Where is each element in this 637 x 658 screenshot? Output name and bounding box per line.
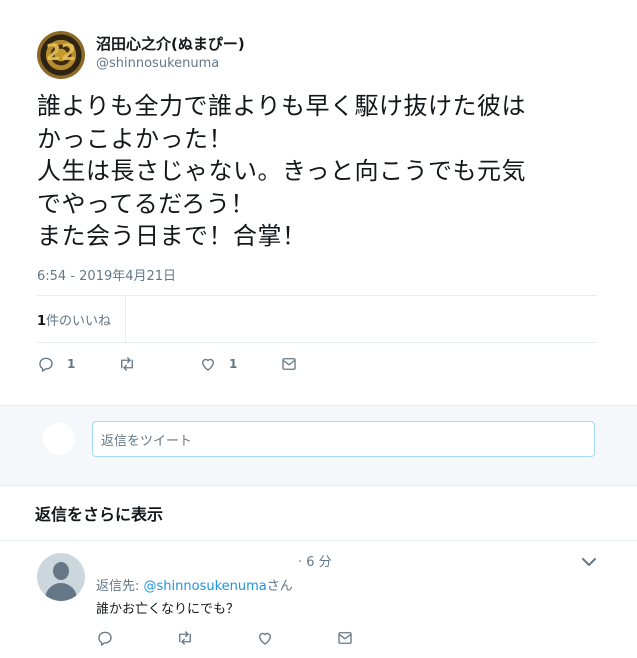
reply-to-mention[interactable]: @shinnosukenuma <box>144 579 267 594</box>
reply-compose: 返信をツイート <box>0 405 637 486</box>
reply-dm-button[interactable] <box>336 628 354 648</box>
tweet-text-line: また会う日まで！合掌！ <box>37 222 307 250</box>
heart-icon <box>259 632 271 645</box>
author-avatar[interactable]: 22 <box>37 31 85 79</box>
stat-divider <box>125 296 126 342</box>
envelope-icon <box>282 358 296 370</box>
author-screen-name[interactable]: @shinnosukenuma <box>96 56 219 71</box>
likes-stat[interactable]: 1件のいいね <box>37 310 111 329</box>
reply-icon <box>98 631 112 646</box>
avatar-glyph: 22 <box>45 41 77 66</box>
retweet-icon <box>179 631 191 645</box>
tweet-stats: 1件のいいね <box>37 295 597 343</box>
likes-count: 1 <box>37 314 47 329</box>
tweet-text-line: でやってるだろう！ <box>37 189 255 218</box>
dm-button[interactable] <box>280 354 298 374</box>
reply-input[interactable]: 返信をツイート <box>92 421 595 457</box>
reply-reply-button[interactable] <box>96 628 114 648</box>
reply-count: 1 <box>67 357 76 371</box>
reply-like-button[interactable] <box>256 628 274 648</box>
reply-to-suffix: さん <box>266 579 293 594</box>
likes-label: 件のいいね <box>46 314 112 329</box>
tweet-menu-button[interactable] <box>580 553 598 567</box>
reply-timestamp[interactable]: · 6 分 <box>298 551 332 570</box>
reply-text: 誰かお亡くなりにでも？ <box>96 602 240 617</box>
envelope-icon <box>338 632 352 644</box>
like-button[interactable]: 1 <box>199 354 237 374</box>
reply-avatar[interactable] <box>37 553 85 601</box>
like-count: 1 <box>229 357 238 371</box>
author-display-name[interactable]: 沼田心之介(ぬまぴー) <box>96 33 245 54</box>
default-avatar-body <box>45 583 77 601</box>
tweet-text-line: 誰よりも全力で誰よりも早く駆け抜けた彼は <box>37 92 527 120</box>
tweet-text: 誰よりも全力で誰よりも早く駆け抜けた彼は かっこよかった！ 人生は長さじゃない。… <box>37 90 597 253</box>
reply-button[interactable]: 1 <box>37 354 75 374</box>
reply-to-prefix: 返信先: <box>96 579 144 594</box>
default-avatar-head <box>53 562 69 580</box>
compose-avatar <box>43 423 75 455</box>
more-replies-heading: 返信をさらに表示 <box>35 505 164 524</box>
tweet-text-line: 人生は長さじゃない。きっと向こうでも元気 <box>37 157 527 185</box>
retweet-icon <box>121 357 133 371</box>
reply-retweet-button[interactable] <box>176 628 194 648</box>
tweet-timestamp[interactable]: 6:54 - 2019年4月21日 <box>37 265 176 284</box>
tweet-text-line: かっこよかった！ <box>37 124 233 153</box>
retweet-button[interactable] <box>118 354 136 374</box>
reply-icon <box>39 357 53 372</box>
divider <box>0 540 637 541</box>
heart-icon <box>202 358 214 371</box>
chevron-down-icon <box>582 558 596 566</box>
reply-to-line: 返信先: @shinnosukenumaさん <box>96 575 293 594</box>
